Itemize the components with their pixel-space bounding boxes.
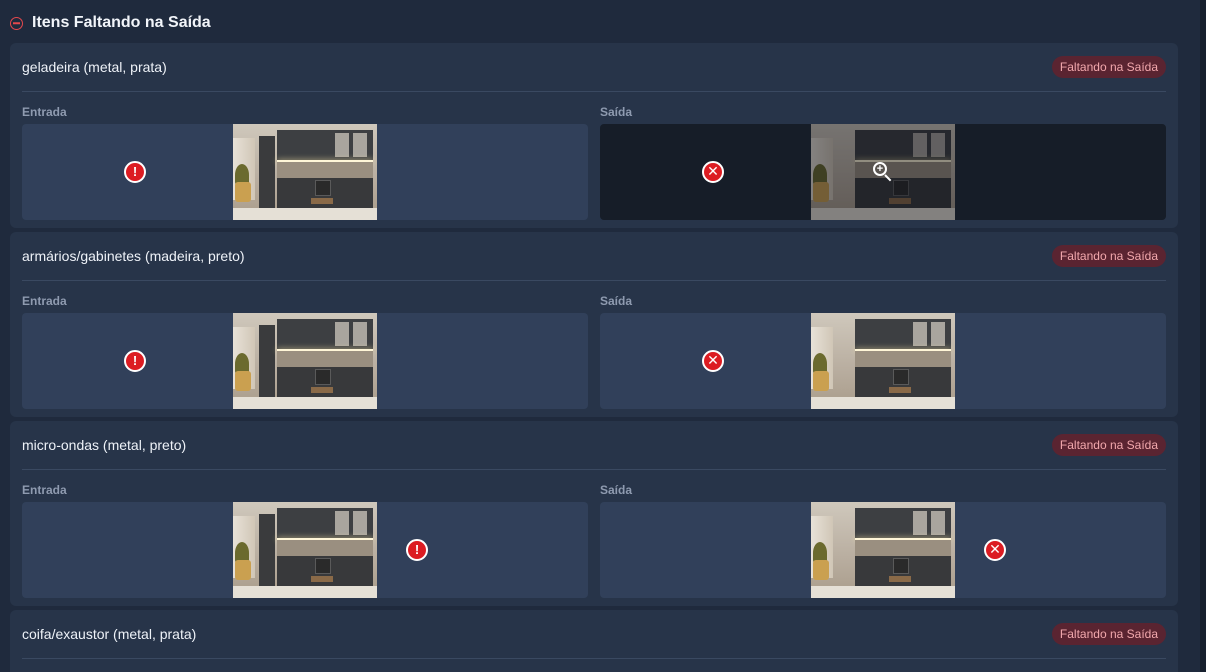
exit-image-panel[interactable]: ✕ — [600, 502, 1166, 598]
exit-label: Saída — [600, 105, 633, 119]
alert-circle-icon: ! — [406, 539, 428, 561]
section-header[interactable]: Itens Faltando na Saída — [10, 12, 211, 34]
item-card: coifa/exaustor (metal, prata) Faltando n… — [10, 610, 1178, 672]
card-header: micro-ondas (metal, preto) Faltando na S… — [22, 433, 1166, 457]
section-title: Itens Faltando na Saída — [32, 14, 211, 31]
entry-image-panel[interactable]: ! — [22, 502, 588, 598]
item-name: armários/gabinetes (madeira, preto) — [22, 248, 245, 264]
alert-circle-icon: ! — [124, 161, 146, 183]
entry-image-panel[interactable]: ! — [22, 124, 588, 220]
item-card: geladeira (metal, prata) Faltando na Saí… — [10, 43, 1178, 228]
card-header: geladeira (metal, prata) Faltando na Saí… — [22, 55, 1166, 79]
entry-photo[interactable] — [233, 124, 377, 220]
divider — [22, 469, 1166, 470]
zoom-in-icon[interactable]: + — [872, 161, 894, 183]
status-badge: Faltando na Saída — [1051, 245, 1166, 267]
item-name: micro-ondas (metal, preto) — [22, 437, 187, 453]
divider — [22, 280, 1166, 281]
exit-image-panel[interactable]: ✕ — [600, 313, 1166, 409]
exit-label: Saída — [600, 483, 633, 497]
x-circle-icon: ✕ — [984, 539, 1006, 561]
entry-image-panel[interactable]: ! — [22, 313, 588, 409]
status-badge: Faltando na Saída — [1051, 623, 1166, 645]
divider — [22, 91, 1166, 92]
item-card: micro-ondas (metal, preto) Faltando na S… — [10, 421, 1178, 606]
entry-label: Entrada — [22, 105, 67, 119]
status-badge: Faltando na Saída — [1051, 434, 1166, 456]
scrollbar[interactable] — [1200, 0, 1206, 672]
entry-label: Entrada — [22, 294, 67, 308]
exit-image-panel[interactable]: ✕ + — [600, 124, 1166, 220]
card-header: coifa/exaustor (metal, prata) Faltando n… — [22, 622, 1166, 646]
divider — [22, 658, 1166, 659]
item-name: geladeira (metal, prata) — [22, 59, 167, 75]
item-name: coifa/exaustor (metal, prata) — [22, 626, 197, 642]
x-circle-icon: ✕ — [702, 350, 724, 372]
entry-photo[interactable] — [233, 502, 377, 598]
entry-label: Entrada — [22, 483, 67, 497]
exit-photo[interactable] — [811, 313, 955, 409]
exit-label: Saída — [600, 294, 633, 308]
status-badge: Faltando na Saída — [1051, 56, 1166, 78]
entry-photo[interactable] — [233, 313, 377, 409]
x-circle-icon: ✕ — [702, 161, 724, 183]
alert-circle-icon: ! — [124, 350, 146, 372]
minus-circle-icon[interactable] — [10, 16, 23, 30]
card-header: armários/gabinetes (madeira, preto) Falt… — [22, 244, 1166, 268]
exit-photo[interactable] — [811, 502, 955, 598]
item-card: armários/gabinetes (madeira, preto) Falt… — [10, 232, 1178, 417]
